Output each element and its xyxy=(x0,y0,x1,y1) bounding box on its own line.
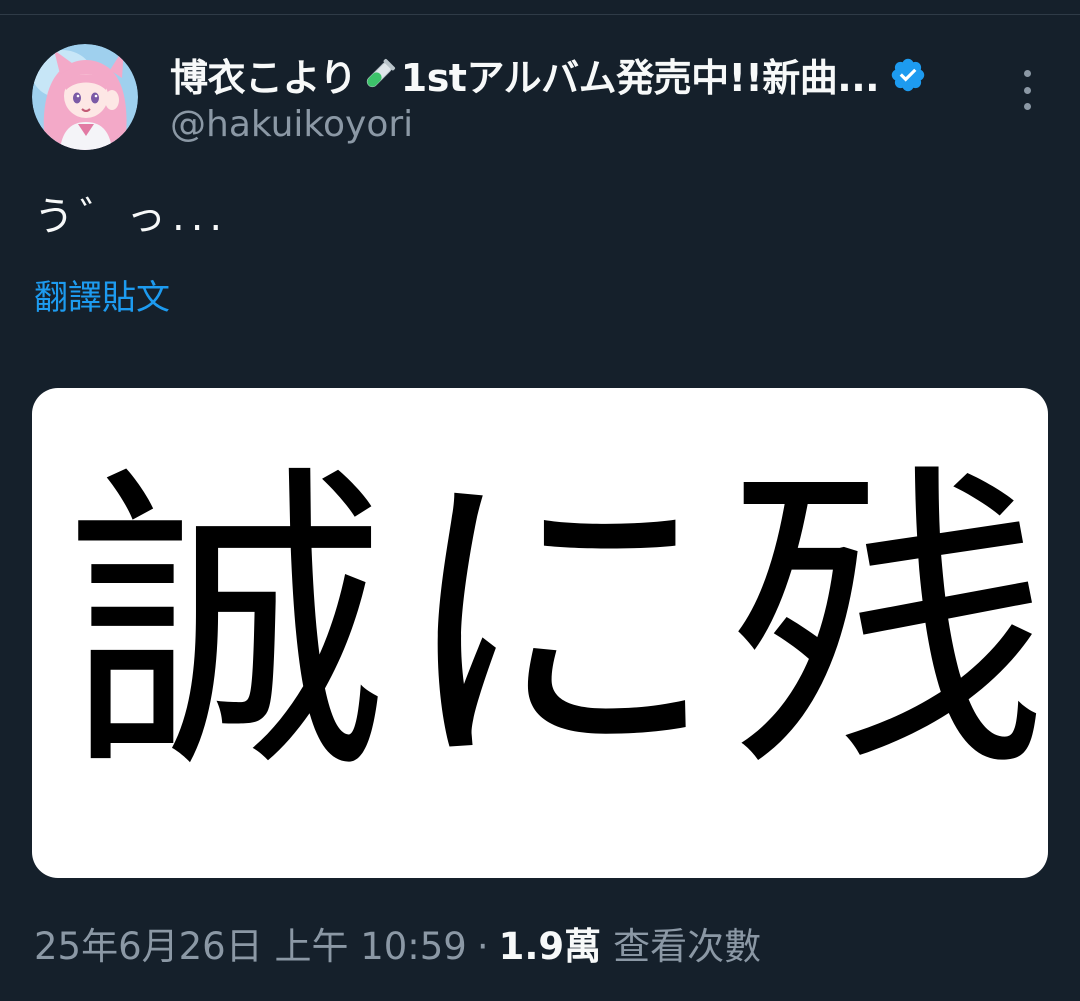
tweet-media-image[interactable]: 誠に残 xyxy=(32,388,1048,878)
more-options-icon[interactable] xyxy=(1010,70,1044,110)
test-tube-icon xyxy=(359,57,397,104)
display-name-row[interactable]: 博衣こより 1stアルバム発売中!!新曲... xyxy=(170,46,927,104)
display-name-suffix: 1stアルバム発売中!!新曲... xyxy=(400,55,880,100)
display-name[interactable]: 博衣こより 1stアルバム発売中!!新曲... xyxy=(170,47,880,104)
avatar[interactable] xyxy=(32,44,138,150)
views-label: 查看次數 xyxy=(613,925,762,968)
views-count: 1.9萬 xyxy=(498,925,602,968)
meta-separator: · xyxy=(476,925,489,968)
handle[interactable]: @hakuikoyori xyxy=(170,104,413,145)
translate-post-link[interactable]: 翻譯貼文 xyxy=(34,270,170,319)
avatar-image xyxy=(32,44,138,150)
media-image-text: 誠に残 xyxy=(68,446,1048,806)
tweet-meta: 25年6月26日 上午 10:59 · 1.9萬 查看次數 xyxy=(34,916,761,970)
timestamp[interactable]: 25年6月26日 上午 10:59 xyxy=(34,916,467,970)
tweet-text: う゛っ... xyxy=(34,194,229,240)
verified-badge-icon xyxy=(891,58,925,92)
tweet-page: 博衣こより 1stアルバム発売中!!新曲... @hakuikoyori う゛っ… xyxy=(0,0,1080,1001)
display-name-prefix: 博衣こより xyxy=(170,55,357,100)
top-divider xyxy=(0,14,1080,15)
